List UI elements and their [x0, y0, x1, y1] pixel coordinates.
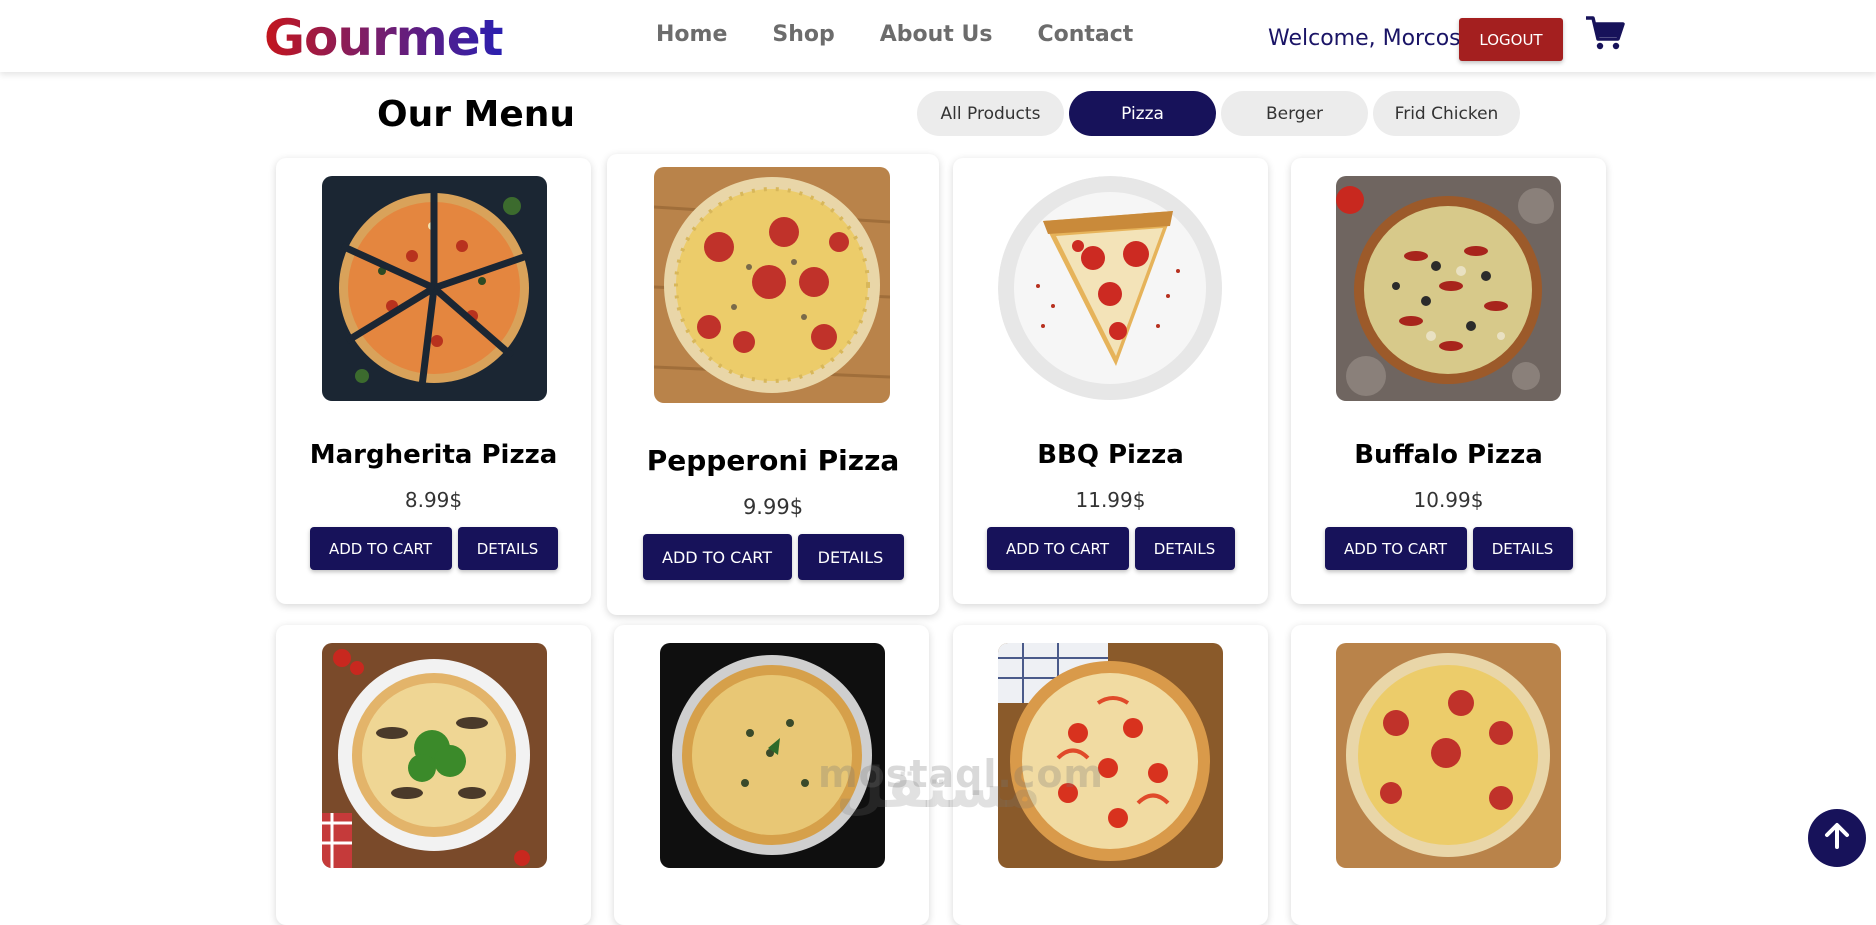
filter-pizza[interactable]: Pizza	[1069, 91, 1216, 136]
nav-link-about[interactable]: About Us	[880, 20, 993, 50]
product-card: Pepperoni Pizza 9.99$ ADD TO CART DETAIL…	[607, 154, 939, 615]
watermark-text: mostaql.com	[818, 752, 1105, 796]
scroll-to-top-button[interactable]	[1808, 809, 1866, 867]
nav-link-home[interactable]: Home	[656, 20, 727, 50]
product-name: Pepperoni Pizza	[646, 444, 900, 477]
product-image[interactable]	[1336, 643, 1561, 868]
product-image[interactable]	[322, 176, 547, 401]
details-button[interactable]: DETAILS	[1472, 527, 1573, 570]
add-to-cart-button[interactable]: ADD TO CART	[1324, 527, 1467, 570]
product-image[interactable]	[654, 167, 890, 403]
brand-logo[interactable]: Gourmet	[264, 6, 504, 70]
product-card: Margherita Pizza 8.99$ ADD TO CART DETAI…	[276, 158, 591, 604]
page-title: Our Menu	[377, 94, 576, 135]
product-price: 8.99$	[404, 488, 463, 512]
product-image[interactable]	[998, 176, 1223, 401]
product-actions: ADD TO CART DETAILS	[607, 534, 939, 580]
product-price: 11.99$	[1075, 488, 1146, 512]
welcome-text: Welcome, Morcos |	[1268, 26, 1476, 51]
product-card	[1291, 625, 1606, 925]
product-actions: ADD TO CART DETAILS	[1291, 527, 1606, 570]
product-name: Margherita Pizza	[309, 440, 558, 470]
product-card: Buffalo Pizza 10.99$ ADD TO CART DETAILS	[1291, 158, 1606, 604]
details-button[interactable]: DETAILS	[797, 534, 904, 580]
filter-frid-chicken[interactable]: Frid Chicken	[1373, 91, 1520, 136]
arrow-up-icon	[1823, 822, 1851, 854]
filter-all-products[interactable]: All Products	[917, 91, 1064, 136]
add-to-cart-button[interactable]: ADD TO CART	[642, 534, 792, 580]
shopping-cart-icon[interactable]	[1585, 15, 1625, 51]
nav-link-contact[interactable]: Contact	[1037, 20, 1133, 50]
details-button[interactable]: DETAILS	[1134, 527, 1235, 570]
product-actions: ADD TO CART DETAILS	[953, 527, 1268, 570]
product-card	[276, 625, 591, 925]
product-name: Buffalo Pizza	[1354, 440, 1543, 470]
category-filters: All Products Pizza Berger Frid Chicken	[917, 91, 1525, 136]
product-card: BBQ Pizza 11.99$ ADD TO CART DETAILS	[953, 158, 1268, 604]
product-name: BBQ Pizza	[1037, 440, 1184, 470]
product-actions: ADD TO CART DETAILS	[276, 527, 591, 570]
product-price: 10.99$	[1413, 488, 1484, 512]
logout-button[interactable]: LOGOUT	[1459, 18, 1563, 61]
add-to-cart-button[interactable]: ADD TO CART	[309, 527, 452, 570]
product-image[interactable]	[1336, 176, 1561, 401]
navbar: Gourmet Home Shop About Us Contact Welco…	[0, 0, 1876, 72]
nav-link-shop[interactable]: Shop	[772, 20, 834, 50]
filter-berger[interactable]: Berger	[1221, 91, 1368, 136]
details-button[interactable]: DETAILS	[457, 527, 558, 570]
add-to-cart-button[interactable]: ADD TO CART	[986, 527, 1129, 570]
nav-links: Home Shop About Us Contact	[656, 20, 1178, 50]
product-price: 9.99$	[742, 495, 804, 519]
product-image[interactable]	[322, 643, 547, 868]
